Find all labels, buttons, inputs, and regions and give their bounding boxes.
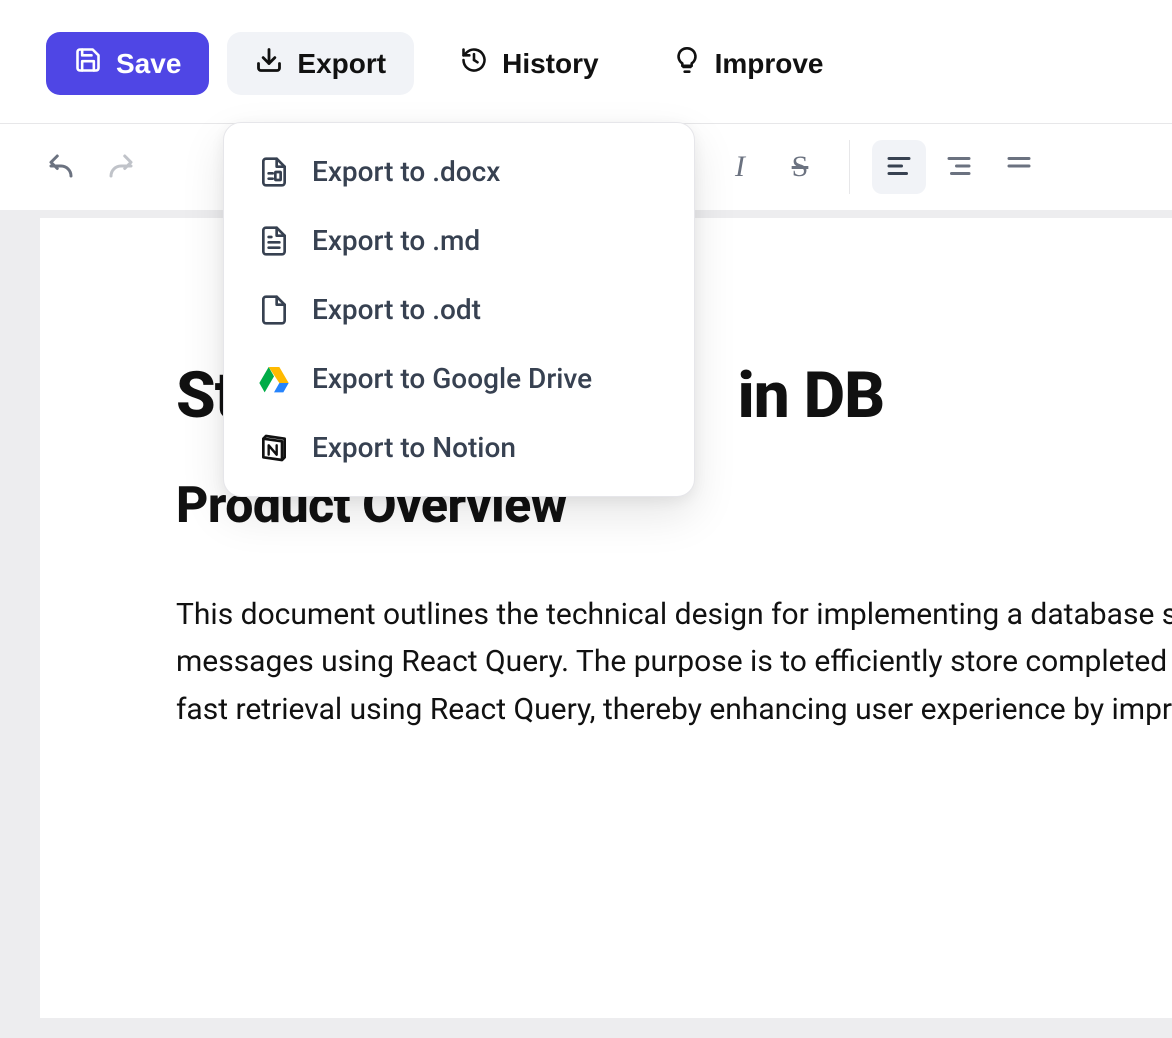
- export-option-google-drive[interactable]: Export to Google Drive: [224, 344, 694, 413]
- file-text-icon: [258, 225, 290, 257]
- export-button[interactable]: Export: [227, 32, 414, 95]
- google-drive-icon: [258, 363, 290, 395]
- export-option-docx[interactable]: Export to .docx: [224, 137, 694, 206]
- title-fragment-right: in DB: [737, 358, 884, 433]
- improve-button[interactable]: Improve: [645, 32, 852, 95]
- notion-icon: [258, 432, 290, 464]
- document-paragraph-line[interactable]: messages using React Query. The purpose …: [176, 638, 1172, 685]
- export-option-label: Export to Google Drive: [312, 362, 592, 395]
- history-icon: [460, 46, 488, 81]
- italic-button[interactable]: I: [713, 140, 767, 194]
- align-right-button[interactable]: [932, 140, 986, 194]
- align-justify-button[interactable]: [992, 140, 1046, 194]
- italic-icon: I: [735, 150, 745, 184]
- redo-icon: [106, 151, 136, 184]
- redo-button[interactable]: [94, 140, 148, 194]
- align-right-icon: [944, 151, 974, 184]
- export-option-label: Export to .docx: [312, 155, 500, 188]
- undo-icon: [46, 151, 76, 184]
- export-dropdown: Export to .docx Export to .md Export to …: [223, 122, 695, 497]
- file-blank-icon: [258, 294, 290, 326]
- improve-button-label: Improve: [715, 48, 824, 80]
- action-toolbar: Save Export History: [0, 0, 1172, 124]
- strikethrough-icon: S: [792, 150, 809, 184]
- history-button-label: History: [502, 48, 598, 80]
- document-paragraph-line[interactable]: This document outlines the technical des…: [176, 591, 1172, 638]
- save-button[interactable]: Save: [46, 32, 209, 95]
- export-option-md[interactable]: Export to .md: [224, 206, 694, 275]
- undo-button[interactable]: [34, 140, 88, 194]
- export-option-label: Export to .md: [312, 224, 480, 257]
- align-left-button[interactable]: [872, 140, 926, 194]
- export-option-odt[interactable]: Export to .odt: [224, 275, 694, 344]
- file-docx-icon: [258, 156, 290, 188]
- save-button-label: Save: [116, 48, 181, 80]
- export-option-label: Export to .odt: [312, 293, 481, 326]
- strikethrough-button[interactable]: S: [773, 140, 827, 194]
- export-option-label: Export to Notion: [312, 431, 516, 464]
- align-left-icon: [884, 151, 914, 184]
- document-paragraph-line[interactable]: fast retrieval using React Query, thereb…: [176, 686, 1172, 733]
- align-justify-icon: [1004, 151, 1034, 184]
- export-option-notion[interactable]: Export to Notion: [224, 413, 694, 482]
- export-button-label: Export: [297, 48, 386, 80]
- save-icon: [74, 46, 102, 81]
- history-button[interactable]: History: [432, 32, 626, 95]
- lightbulb-icon: [673, 46, 701, 81]
- download-icon: [255, 46, 283, 81]
